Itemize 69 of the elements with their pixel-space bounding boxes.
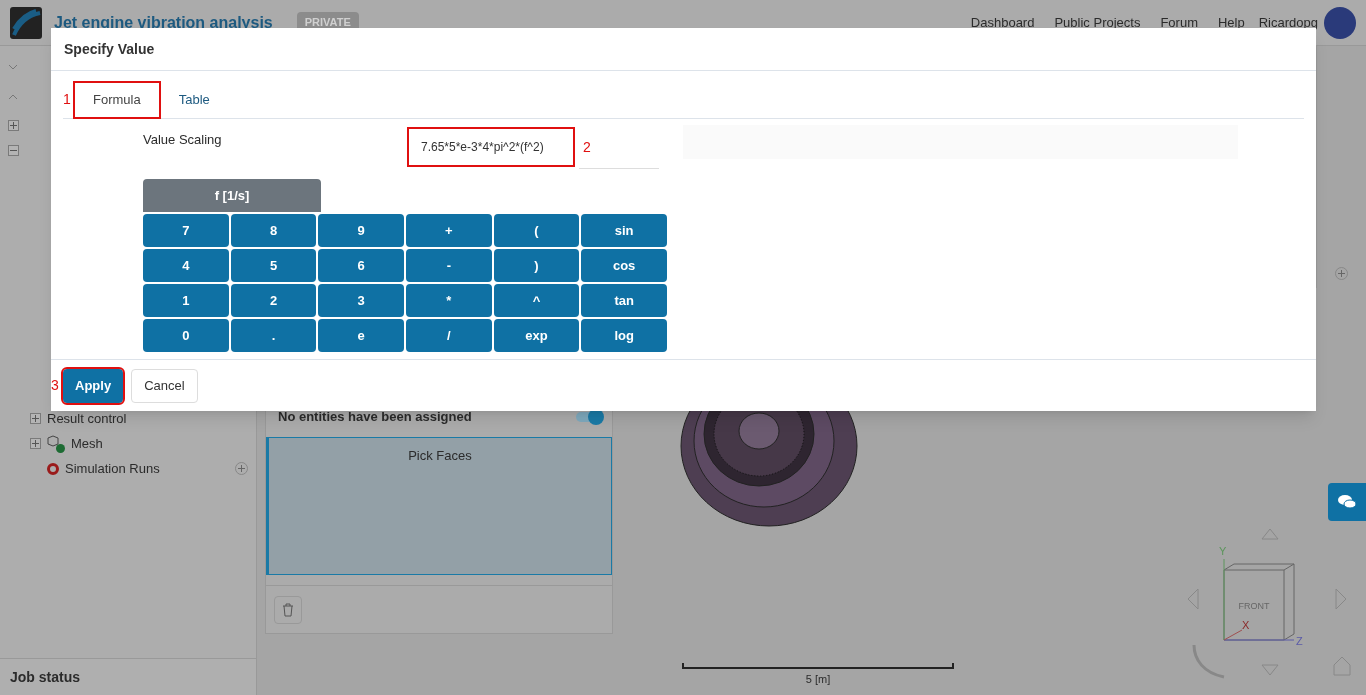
keypad-key[interactable]: . [230, 319, 317, 352]
value-scaling-field[interactable]: 7.65*5*e-3*4*pi^2*(f^2) [407, 127, 575, 167]
keypad-key[interactable]: log [581, 319, 667, 352]
keypad-key[interactable]: e [318, 319, 404, 352]
nav-link[interactable]: Dashboard [970, 12, 1035, 33]
keypad-key[interactable]: 3 [318, 284, 404, 317]
keypad-key[interactable]: * [406, 284, 492, 317]
tree-item[interactable]: Result control [47, 408, 127, 429]
keypad-key[interactable]: 5 [230, 249, 317, 282]
annotation-number: 1 [63, 90, 72, 109]
keypad-key[interactable]: 6 [318, 249, 404, 282]
variable-button[interactable]: f [1/s] [143, 179, 321, 212]
keypad-key[interactable]: ^ [493, 284, 580, 317]
dialog-title: Specify Value [64, 39, 155, 59]
keypad-key[interactable]: 9 [318, 214, 404, 247]
tab[interactable]: Formula [73, 81, 161, 119]
chevron-icon[interactable] [8, 62, 18, 72]
panel-title: Job status [10, 667, 80, 687]
cube-face-label: FRONT [1238, 601, 1270, 611]
keypad-key[interactable]: 8 [230, 214, 317, 247]
avatar[interactable] [1324, 6, 1356, 39]
keypad-key[interactable]: + [406, 214, 492, 247]
keypad-key[interactable]: ( [493, 214, 580, 247]
keypad-key[interactable]: tan [581, 284, 667, 317]
chat-button[interactable] [1328, 483, 1366, 521]
scale-label: 5 [m] [805, 672, 831, 687]
collapse-icon[interactable] [8, 145, 19, 156]
annotation-number: 2 [583, 137, 591, 157]
cancel-button[interactable]: Cancel [131, 368, 198, 403]
keypad-key[interactable]: ) [493, 249, 580, 282]
keypad-key[interactable]: 1 [143, 284, 229, 317]
user-name[interactable]: Ricardopg [1258, 12, 1318, 33]
annotation-number: 3 [51, 376, 60, 395]
field-label: Value Scaling [143, 131, 223, 149]
keypad-key[interactable]: sin [581, 214, 667, 247]
keypad-key[interactable]: 7 [143, 214, 229, 247]
project-title: Jet engine vibration analysis [54, 12, 273, 33]
tab[interactable]: Table [160, 81, 228, 119]
add-icon[interactable] [1335, 267, 1348, 280]
nav-link[interactable]: Public Projects [1054, 12, 1141, 33]
keypad-key[interactable]: - [406, 249, 492, 282]
mesh-icon [47, 434, 60, 448]
assignment-status: No entities have been assigned [278, 408, 472, 427]
axis-label: Z [1296, 635, 1303, 647]
logo-icon[interactable] [10, 6, 42, 39]
tree-item[interactable]: Mesh [71, 433, 103, 454]
expand-icon[interactable] [30, 413, 41, 424]
chat-icon [1338, 495, 1356, 509]
keypad-key[interactable]: 2 [230, 284, 317, 317]
nav-link[interactable]: Help [1218, 12, 1245, 33]
trash-icon [282, 602, 294, 617]
tree-item[interactable]: Simulation Runs [65, 458, 160, 479]
expand-icon[interactable] [30, 438, 41, 449]
nav-link[interactable]: Forum [1160, 12, 1198, 33]
keypad-key[interactable]: cos [581, 249, 667, 282]
keypad-key[interactable]: 0 [143, 319, 229, 352]
apply-button[interactable]: Apply [63, 368, 124, 403]
keypad-key[interactable]: 4 [143, 249, 229, 282]
navigation-cube-drawing[interactable]: FRONT X Y Z [1184, 525, 1356, 685]
pick-faces-area[interactable]: Pick Faces [266, 437, 612, 575]
axis-label: Y [1219, 545, 1227, 557]
pick-label: Pick Faces [408, 447, 472, 465]
expand-icon[interactable] [8, 120, 19, 131]
keypad-key[interactable]: exp [493, 319, 580, 352]
axis-label: X [1242, 619, 1250, 631]
add-icon[interactable] [235, 462, 248, 475]
delete-button[interactable] [274, 595, 302, 624]
chevron-icon[interactable] [8, 92, 18, 102]
keypad-key[interactable]: / [406, 319, 492, 352]
